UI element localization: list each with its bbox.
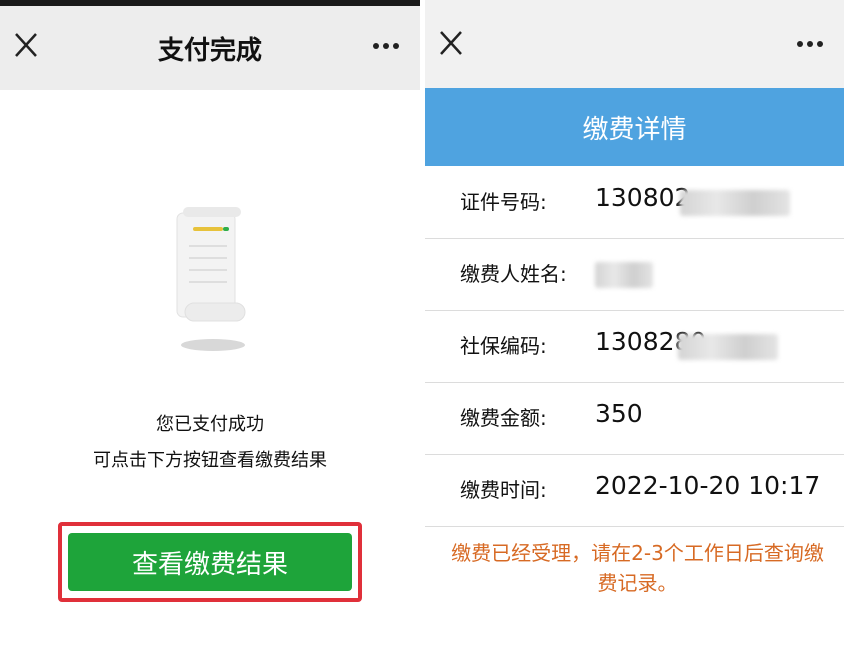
row-label: 社保编码: [460, 334, 547, 358]
detail-row-amount: 缴费金额: 350 [425, 382, 844, 455]
instruction-message: 可点击下方按钮查看缴费结果 [93, 450, 327, 471]
redacted-mask [680, 190, 790, 216]
row-label: 证件号码: [460, 190, 547, 214]
more-icon[interactable] [372, 36, 400, 56]
row-value: 2022-10-20 10:17:56 [595, 471, 820, 500]
row-value: 350 [595, 399, 643, 428]
row-label: 缴费金额: [460, 406, 547, 430]
detail-row-social-security-code: 社保编码: 1308280 [425, 310, 844, 383]
close-icon[interactable] [437, 28, 465, 58]
details-header: 缴费详情 [425, 88, 844, 166]
notice-text: 缴费已经受理，请在2-3个工作日后查询缴费记录。 [451, 541, 824, 595]
receipt-illustration [165, 205, 255, 355]
row-label: 缴费人姓名: [460, 262, 567, 286]
payment-complete-screen: 支付完成 您已支付成功 可点击下方按钮查看缴费结果 查看缴费结果 [0, 0, 420, 666]
nav-bar: 支付完成 [0, 6, 420, 90]
row-label: 缴费时间: [460, 478, 547, 502]
success-message: 您已支付成功 [156, 414, 264, 435]
page-title: 支付完成 [157, 36, 262, 66]
view-payment-result-button[interactable]: 查看缴费结果 [68, 533, 352, 591]
nav-bar [425, 0, 844, 88]
detail-row-id-number: 证件号码: 130802 [425, 166, 844, 239]
redacted-mask [678, 334, 778, 360]
more-icon[interactable] [796, 34, 824, 54]
row-value: 130802 [595, 183, 691, 212]
detail-row-payer-name: 缴费人姓名: [425, 238, 844, 311]
payment-details-screen: 缴费详情 证件号码: 130802 缴费人姓名: 社保编码: 1308280 缴… [425, 0, 844, 666]
redacted-mask [595, 262, 653, 288]
detail-row-payment-time: 缴费时间: 2022-10-20 10:17:56 [425, 454, 844, 527]
